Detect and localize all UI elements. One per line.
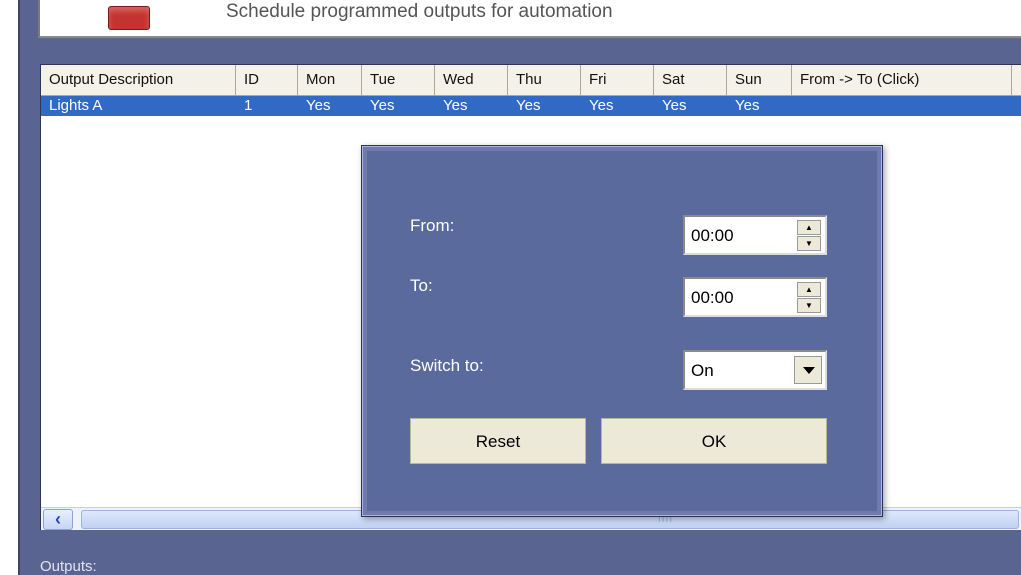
- to-time-field[interactable]: 00:00 ▲ ▼: [683, 277, 827, 317]
- column-header-thu[interactable]: Thu: [508, 65, 581, 95]
- cell-sat: Yes: [662, 97, 687, 114]
- switch-to-select[interactable]: On: [683, 350, 827, 390]
- column-header-sun[interactable]: Sun: [727, 65, 792, 95]
- schedule-icon: [108, 6, 150, 30]
- to-time-value: 00:00: [691, 288, 734, 307]
- outputs-label: Outputs:: [40, 558, 97, 575]
- cell-mon: Yes: [306, 97, 331, 114]
- table-row[interactable]: Lights A 1 Yes Yes Yes Yes Yes Yes Yes: [41, 96, 1021, 116]
- column-header-fri[interactable]: Fri: [581, 65, 654, 95]
- column-header-tue[interactable]: Tue: [362, 65, 435, 95]
- reset-button[interactable]: Reset: [410, 418, 586, 464]
- switch-to-value: On: [691, 361, 714, 380]
- cell-wed: Yes: [443, 97, 468, 114]
- from-label: From:: [410, 216, 455, 235]
- cell-from-to[interactable]: [792, 96, 1012, 116]
- column-header-mon[interactable]: Mon: [298, 65, 362, 95]
- column-header-id[interactable]: ID: [236, 65, 298, 95]
- from-spin-up-icon[interactable]: ▲: [797, 220, 821, 235]
- table-header: Output Description ID Mon Tue Wed Thu Fr…: [41, 65, 1021, 96]
- from-time-value: 00:00: [691, 226, 734, 245]
- header-description: Schedule programmed outputs for automati…: [226, 1, 613, 22]
- scroll-left-arrow-icon[interactable]: ‹: [43, 509, 73, 530]
- column-header-from-to[interactable]: From -> To (Click): [792, 65, 1012, 95]
- cell-id: 1: [244, 97, 253, 114]
- column-header-output-description[interactable]: Output Description: [41, 65, 236, 95]
- ok-button[interactable]: OK: [601, 418, 827, 464]
- dropdown-arrow-icon[interactable]: [794, 356, 822, 384]
- column-header-wed[interactable]: Wed: [435, 65, 508, 95]
- to-label: To:: [410, 276, 433, 295]
- switch-to-label: Switch to:: [410, 356, 484, 375]
- cell-tue: Yes: [370, 97, 395, 114]
- cell-sun: Yes: [735, 97, 760, 114]
- to-spin-down-icon[interactable]: ▼: [797, 298, 821, 313]
- cell-fri: Yes: [589, 97, 614, 114]
- time-schedule-dialog: From: 00:00 ▲ ▼ To: 00:00 ▲ ▼ Switch to:…: [361, 145, 883, 517]
- cell-thu: Yes: [516, 97, 541, 114]
- from-time-field[interactable]: 00:00 ▲ ▼: [683, 215, 827, 255]
- from-spin-down-icon[interactable]: ▼: [797, 236, 821, 251]
- column-header-sat[interactable]: Sat: [654, 65, 727, 95]
- cell-output-description: Lights A: [49, 97, 103, 114]
- to-spin-up-icon[interactable]: ▲: [797, 282, 821, 297]
